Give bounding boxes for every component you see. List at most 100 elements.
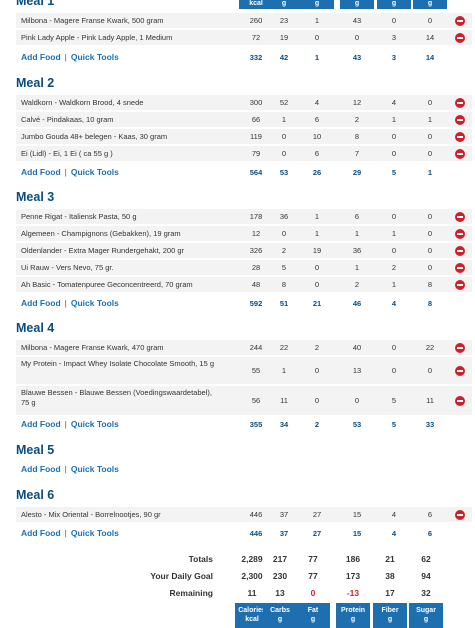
summary-value: 94 xyxy=(421,571,431,581)
food-entry-row[interactable]: Blauwe Bessen - Blauwe Bessen (Voedingsw… xyxy=(16,386,472,416)
meal-total-value: 29 xyxy=(352,168,362,177)
food-name[interactable]: Milbona - Magere Franse Kwark, 470 gram xyxy=(21,343,221,353)
add-food-link[interactable]: Add Food xyxy=(21,298,61,308)
delete-icon[interactable] xyxy=(455,246,465,256)
nutrient-value: 0 xyxy=(354,33,360,42)
nutrient-value: 0 xyxy=(427,246,433,255)
meal-totals-row: Add Food | Quick Tools 564 53 26 29 5 1 xyxy=(16,166,472,180)
nutrient-value: 3 xyxy=(391,33,397,42)
footer-column-header: Carbs g xyxy=(263,603,297,628)
quick-tools-link[interactable]: Quick Tools xyxy=(71,298,119,308)
delete-icon[interactable] xyxy=(455,98,465,108)
food-name[interactable]: Ah Basic - Tomatenpuree Geconcentreerd, … xyxy=(21,280,221,290)
nutrient-value: 1 xyxy=(391,115,397,124)
nutrient-value: 0 xyxy=(391,212,397,221)
nutrient-value: 2 xyxy=(314,343,320,352)
footer-column-name: Fat xyxy=(307,607,319,614)
food-entry-row[interactable]: Penne Rigat - Italiensk Pasta, 50 g 178 36… xyxy=(16,209,472,225)
link-separator: | xyxy=(64,298,67,308)
food-entry-row[interactable]: Ui Rauw - Vers Nevo, 75 gr. 28 5 0 1 2 0 xyxy=(16,260,472,276)
food-name[interactable]: Blauwe Bessen - Blauwe Bessen (Voedingsw… xyxy=(21,388,221,408)
link-separator: | xyxy=(64,419,67,429)
food-name[interactable]: Penne Rigat - Italiensk Pasta, 50 g xyxy=(21,212,221,222)
food-entry-row[interactable]: Pink Lady Apple - Pink Lady Apple, 1 Med… xyxy=(16,30,472,46)
delete-icon[interactable] xyxy=(455,396,465,406)
delete-icon[interactable] xyxy=(455,115,465,125)
quick-tools-link[interactable]: Quick Tools xyxy=(71,528,119,538)
delete-icon[interactable] xyxy=(455,366,465,376)
meal-total-value: 8 xyxy=(427,299,433,308)
add-food-link[interactable]: Add Food xyxy=(21,52,61,62)
food-entry-row[interactable]: Algemeen - Champignons (Gebakken), 19 gr… xyxy=(16,226,472,242)
quick-tools-link[interactable]: Quick Tools xyxy=(71,52,119,62)
meal-title: Meal 2 xyxy=(16,76,55,90)
meal-title: Meal 4 xyxy=(16,321,55,335)
add-food-link[interactable]: Add Food xyxy=(21,419,61,429)
nutrient-value: 0 xyxy=(427,212,433,221)
meal-total-value: 4 xyxy=(391,299,397,308)
nutrient-value: 1 xyxy=(314,229,320,238)
food-name[interactable]: Jumbo Gouda 48+ belegen - Kaas, 30 gram xyxy=(21,132,221,142)
delete-icon[interactable] xyxy=(455,510,465,520)
nutrient-value: 2 xyxy=(391,263,397,272)
nutrient-value: 40 xyxy=(352,343,362,352)
food-entry-row[interactable]: Jumbo Gouda 48+ belegen - Kaas, 30 gram 1… xyxy=(16,129,472,145)
delete-icon[interactable] xyxy=(455,33,465,43)
food-name[interactable]: Calvé - Pindakaas, 10 gram xyxy=(21,115,221,125)
summary-label: Remaining xyxy=(169,588,213,598)
food-name[interactable]: Milbona - Magere Franse Kwark, 500 gram xyxy=(21,16,221,26)
column-unit-header: g xyxy=(413,0,447,9)
meal-total-value: 46 xyxy=(352,299,362,308)
meal-totals-row: Add Food | Quick Tools 355 34 2 53 5 33 xyxy=(16,418,472,432)
food-entry-row[interactable]: Alesto - Mix Oriental - Borrelnootjes, 9… xyxy=(16,507,472,523)
food-entry-row[interactable]: My Protein - Impact Whey Isolate Chocola… xyxy=(16,357,472,385)
summary-label: Totals xyxy=(188,554,213,564)
meal-total-value: 6 xyxy=(427,529,433,538)
food-name[interactable]: Ui Rauw - Vers Nevo, 75 gr. xyxy=(21,263,221,273)
delete-icon[interactable] xyxy=(455,132,465,142)
food-entry-row[interactable]: Waldkorn - Waldkorn Brood, 4 snede 300 52 4… xyxy=(16,95,472,111)
meal-links: Add Food | Quick Tools xyxy=(21,52,119,62)
food-name[interactable]: Alesto - Mix Oriental - Borrelnootjes, 9… xyxy=(21,510,221,520)
delete-icon[interactable] xyxy=(455,149,465,159)
nutrient-value: 8 xyxy=(427,280,433,289)
food-name[interactable]: Oldenlander - Extra Mager Rundergehakt, … xyxy=(21,246,221,256)
delete-icon[interactable] xyxy=(455,280,465,290)
add-food-link[interactable]: Add Food xyxy=(21,464,61,474)
meal-total-value: 26 xyxy=(312,168,322,177)
nutrient-value: 0 xyxy=(427,98,433,107)
summary-value: -13 xyxy=(346,588,360,598)
quick-tools-link[interactable]: Quick Tools xyxy=(71,419,119,429)
food-entry-row[interactable]: Ei (Lidl) - Ei, 1 Ei ( ca 55 g ) 79 0 6 7 0 0 xyxy=(16,146,472,162)
quick-tools-link[interactable]: Quick Tools xyxy=(71,464,119,474)
delete-icon[interactable] xyxy=(455,343,465,353)
add-food-link[interactable]: Add Food xyxy=(21,528,61,538)
summary-label: Your Daily Goal xyxy=(150,571,213,581)
food-entry-row[interactable]: Ah Basic - Tomatenpuree Geconcentreerd, … xyxy=(16,277,472,293)
food-name[interactable]: Ei (Lidl) - Ei, 1 Ei ( ca 55 g ) xyxy=(21,149,221,159)
delete-icon[interactable] xyxy=(455,263,465,273)
link-separator: | xyxy=(64,167,67,177)
meal-title: Meal 5 xyxy=(16,443,55,457)
food-entry-row[interactable]: Milbona - Magere Franse Kwark, 470 gram 2… xyxy=(16,340,472,356)
delete-icon[interactable] xyxy=(455,229,465,239)
link-separator: | xyxy=(64,52,67,62)
delete-icon[interactable] xyxy=(455,212,465,222)
add-food-link[interactable]: Add Food xyxy=(21,167,61,177)
food-entry-row[interactable]: Oldenlander - Extra Mager Rundergehakt, … xyxy=(16,243,472,259)
meal-total-value: 53 xyxy=(352,420,362,429)
food-name[interactable]: Algemeen - Champignons (Gebakken), 19 gr… xyxy=(21,229,221,239)
nutrient-value: 1 xyxy=(354,263,360,272)
food-name[interactable]: Waldkorn - Waldkorn Brood, 4 snede xyxy=(21,98,221,108)
nutrient-value: 8 xyxy=(354,132,360,141)
summary-value: 32 xyxy=(421,588,431,598)
food-entry-row[interactable]: Milbona - Magere Franse Kwark, 500 gram 2… xyxy=(16,13,472,29)
food-name[interactable]: Pink Lady Apple - Pink Lady Apple, 1 Med… xyxy=(21,33,221,43)
quick-tools-link[interactable]: Quick Tools xyxy=(71,167,119,177)
delete-icon[interactable] xyxy=(455,16,465,26)
nutrient-value: 4 xyxy=(391,98,397,107)
column-unit-header: g xyxy=(340,0,374,9)
meal-total-value: 14 xyxy=(425,53,435,62)
food-entry-row[interactable]: Calvé - Pindakaas, 10 gram 66 1 6 2 1 1 xyxy=(16,112,472,128)
food-name[interactable]: My Protein - Impact Whey Isolate Chocola… xyxy=(21,359,221,369)
